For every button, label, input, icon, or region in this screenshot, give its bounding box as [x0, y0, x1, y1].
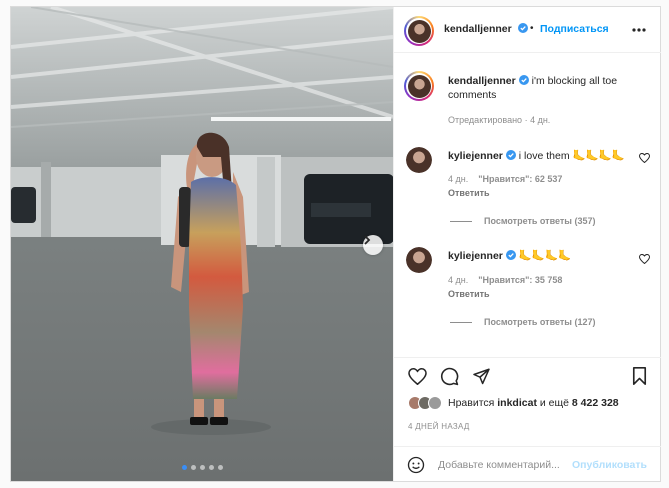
carousel-next-button[interactable] — [363, 235, 383, 255]
likes-count[interactable]: 8 422 328 — [572, 397, 619, 409]
likes-summary[interactable]: Нравится inkdicat и ещё 8 422 328 — [408, 396, 619, 410]
emoji-icon[interactable] — [407, 456, 425, 474]
post-side-panel: kendalljenner • Подписаться ••• — [393, 7, 661, 481]
comment-text: 🦶🦶🦶🦶 — [518, 250, 572, 262]
view-replies-button[interactable]: Посмотреть ответы (357) — [450, 216, 596, 226]
comment-meta: 4 дн. "Нравится": 35 758 — [448, 275, 562, 285]
post-time: 4 ДНЕЙ НАЗАД — [408, 422, 470, 431]
comment-1: kyliejenner i love them 🦶🦶🦶🦶 — [448, 149, 625, 162]
verified-icon — [505, 150, 516, 160]
liker-avatars — [408, 396, 442, 410]
comment-text: i love them 🦶🦶🦶🦶 — [518, 150, 625, 162]
verified-icon — [518, 75, 529, 85]
post-photo[interactable] — [11, 7, 393, 481]
photo-scene — [11, 7, 393, 481]
author-username-text[interactable]: kendalljenner — [444, 23, 512, 35]
post-dialog: kendalljenner • Подписаться ••• — [10, 6, 661, 482]
add-comment-bar: Добавьте комментарий... Опубликовать — [394, 446, 661, 482]
comment-icon[interactable] — [440, 367, 459, 386]
chevron-right-icon — [364, 235, 371, 245]
comment-username[interactable]: kyliejenner — [448, 150, 503, 162]
likes-prefix: Нравится — [448, 397, 495, 409]
header-separator: • — [530, 23, 534, 34]
carousel-dot — [182, 465, 187, 470]
likes-and: и ещё — [539, 397, 569, 409]
author-username[interactable]: kendalljenner — [444, 23, 528, 35]
view-replies-line — [450, 220, 472, 222]
comment-input[interactable]: Добавьте комментарий... — [438, 459, 560, 471]
edited-label: Отредактировано — [448, 115, 523, 125]
comment-2: kyliejenner 🦶🦶🦶🦶 — [448, 249, 571, 262]
heart-icon[interactable] — [408, 368, 427, 385]
author-avatar[interactable] — [404, 16, 434, 46]
liker-username[interactable]: inkdicat — [497, 397, 537, 409]
post-header: kendalljenner • Подписаться ••• — [394, 7, 661, 53]
post-actions: Нравится inkdicat и ещё 8 422 328 4 ДНЕЙ… — [394, 357, 661, 481]
caption: kendalljenner i'm blocking all toe comme… — [448, 74, 648, 102]
carousel-indicator — [182, 465, 223, 470]
caption-meta: Отредактировано · 4 дн. — [448, 115, 551, 125]
more-dots — [632, 28, 646, 32]
comment-age: 4 дн. — [448, 275, 469, 285]
caption-avatar[interactable] — [404, 71, 434, 101]
comment-age: 4 дн. — [448, 174, 469, 184]
comment-avatar[interactable] — [406, 247, 432, 273]
carousel-dot — [200, 465, 205, 470]
comment-meta: 4 дн. "Нравится": 62 537 — [448, 174, 562, 184]
verified-icon — [517, 23, 528, 33]
caption-username[interactable]: kendalljenner — [448, 75, 516, 87]
carousel-dot — [191, 465, 196, 470]
reply-button[interactable]: Ответить — [448, 289, 490, 299]
bookmark-icon[interactable] — [632, 367, 647, 385]
view-replies-line — [450, 321, 472, 323]
comment-like-heart-icon[interactable] — [639, 153, 650, 163]
view-replies-label[interactable]: Посмотреть ответы (127) — [484, 317, 596, 327]
reply-button[interactable]: Ответить — [448, 188, 490, 198]
comment-avatar[interactable] — [406, 147, 432, 173]
page: kendalljenner • Подписаться ••• — [0, 0, 669, 488]
follow-button[interactable]: Подписаться — [540, 23, 609, 35]
publish-button[interactable]: Опубликовать — [572, 459, 647, 471]
view-replies-label[interactable]: Посмотреть ответы (357) — [484, 216, 596, 226]
carousel-dot — [209, 465, 214, 470]
verified-icon — [505, 250, 516, 260]
carousel-dot — [218, 465, 223, 470]
comment-like-heart-icon[interactable] — [639, 254, 650, 264]
comment-username[interactable]: kyliejenner — [448, 250, 503, 262]
view-replies-button[interactable]: Посмотреть ответы (127) — [450, 317, 596, 327]
comment-likes[interactable]: "Нравится": 62 537 — [478, 174, 562, 184]
more-icon[interactable]: ••• — [632, 19, 646, 37]
caption-age: 4 дн. — [530, 115, 551, 125]
liker-avatar — [428, 396, 442, 410]
share-icon[interactable] — [472, 367, 491, 385]
comment-likes[interactable]: "Нравится": 35 758 — [478, 275, 562, 285]
